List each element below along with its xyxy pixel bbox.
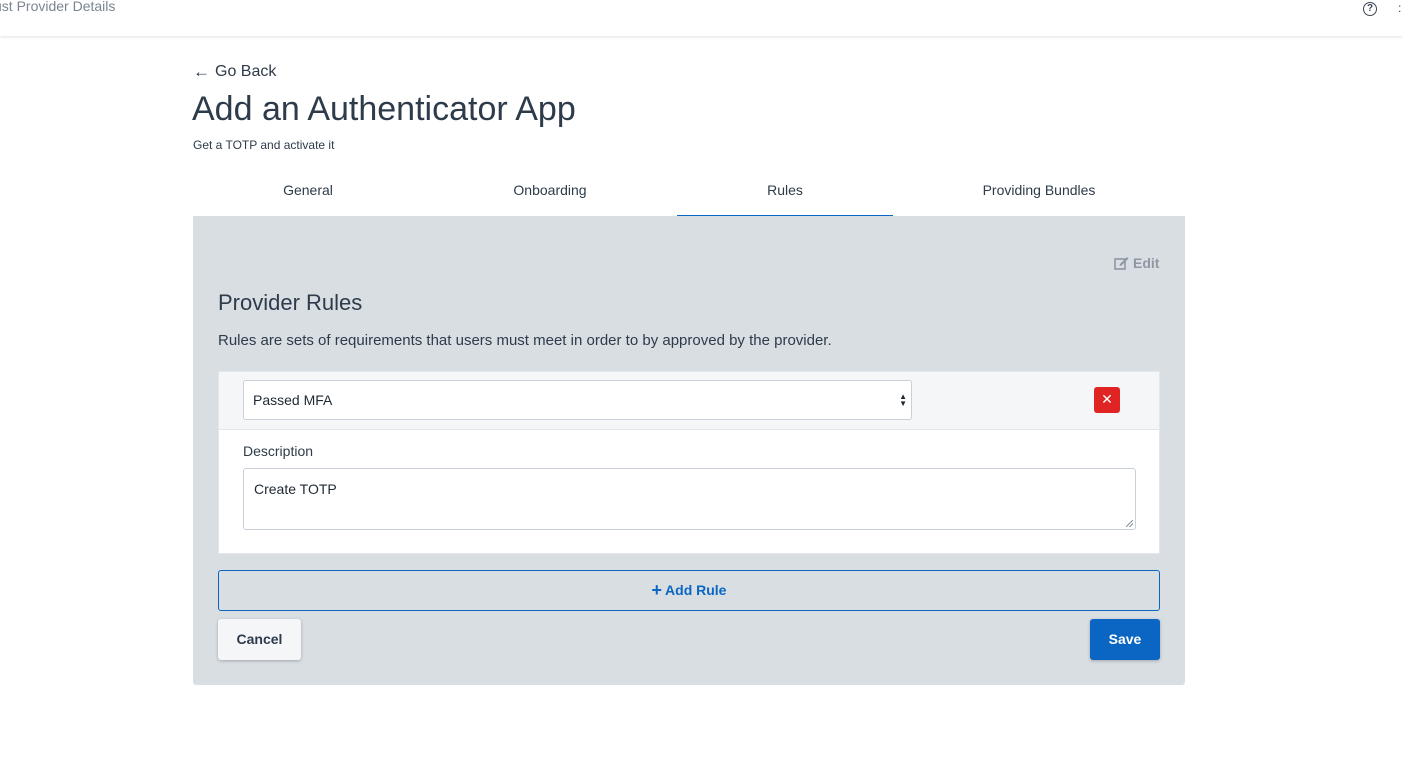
page-title: Add an Authenticator App [192,90,576,128]
rule-card: Passed MFA ▲ ▼ ✕ Description Create TOTP [218,371,1160,554]
help-circle-icon[interactable]: ? [1363,2,1377,16]
arrow-left-icon: ← [193,62,210,81]
edit-button[interactable]: Edit [1114,255,1159,271]
panel-description: Rules are sets of requirements that user… [218,332,832,349]
tab-general[interactable]: General [193,170,423,217]
rules-panel: Edit Provider Rules Rules are sets of re… [193,216,1185,685]
rule-type-select[interactable]: Passed MFA ▲ ▼ [243,380,912,420]
plus-icon: + [651,580,663,600]
close-icon: ✕ [1101,391,1113,407]
resize-handle-icon[interactable] [1126,520,1133,527]
edit-icon [1114,257,1129,270]
page-subtitle: Get a TOTP and activate it [193,138,335,152]
tab-rules[interactable]: Rules [677,170,893,217]
select-arrows-icon: ▲ ▼ [899,392,907,408]
go-back-link[interactable]: ← Go Back [193,62,276,82]
rule-header: Passed MFA ▲ ▼ ✕ [219,372,1159,430]
tab-onboarding[interactable]: Onboarding [435,170,665,217]
cancel-button[interactable]: Cancel [218,619,301,660]
description-label: Description [243,443,314,459]
topbar-title: ust Provider Details [0,0,116,14]
description-textarea[interactable]: Create TOTP [243,468,1136,530]
description-value: Create TOTP [254,481,337,497]
go-back-label: Go Back [215,63,277,80]
top-bar: ust Provider Details ? : [0,0,1403,36]
tab-providing-bundles[interactable]: Providing Bundles [923,170,1155,217]
add-rule-button[interactable]: + Add Rule [218,570,1160,611]
edit-label: Edit [1133,255,1160,271]
delete-rule-button[interactable]: ✕ [1094,387,1120,413]
add-rule-label: Add Rule [665,582,727,598]
more-icon[interactable]: : [1398,1,1401,15]
rule-type-value: Passed MFA [253,392,333,408]
panel-title: Provider Rules [218,290,363,315]
tab-bar: General Onboarding Rules Providing Bundl… [193,170,1185,217]
save-button[interactable]: Save [1090,619,1160,660]
